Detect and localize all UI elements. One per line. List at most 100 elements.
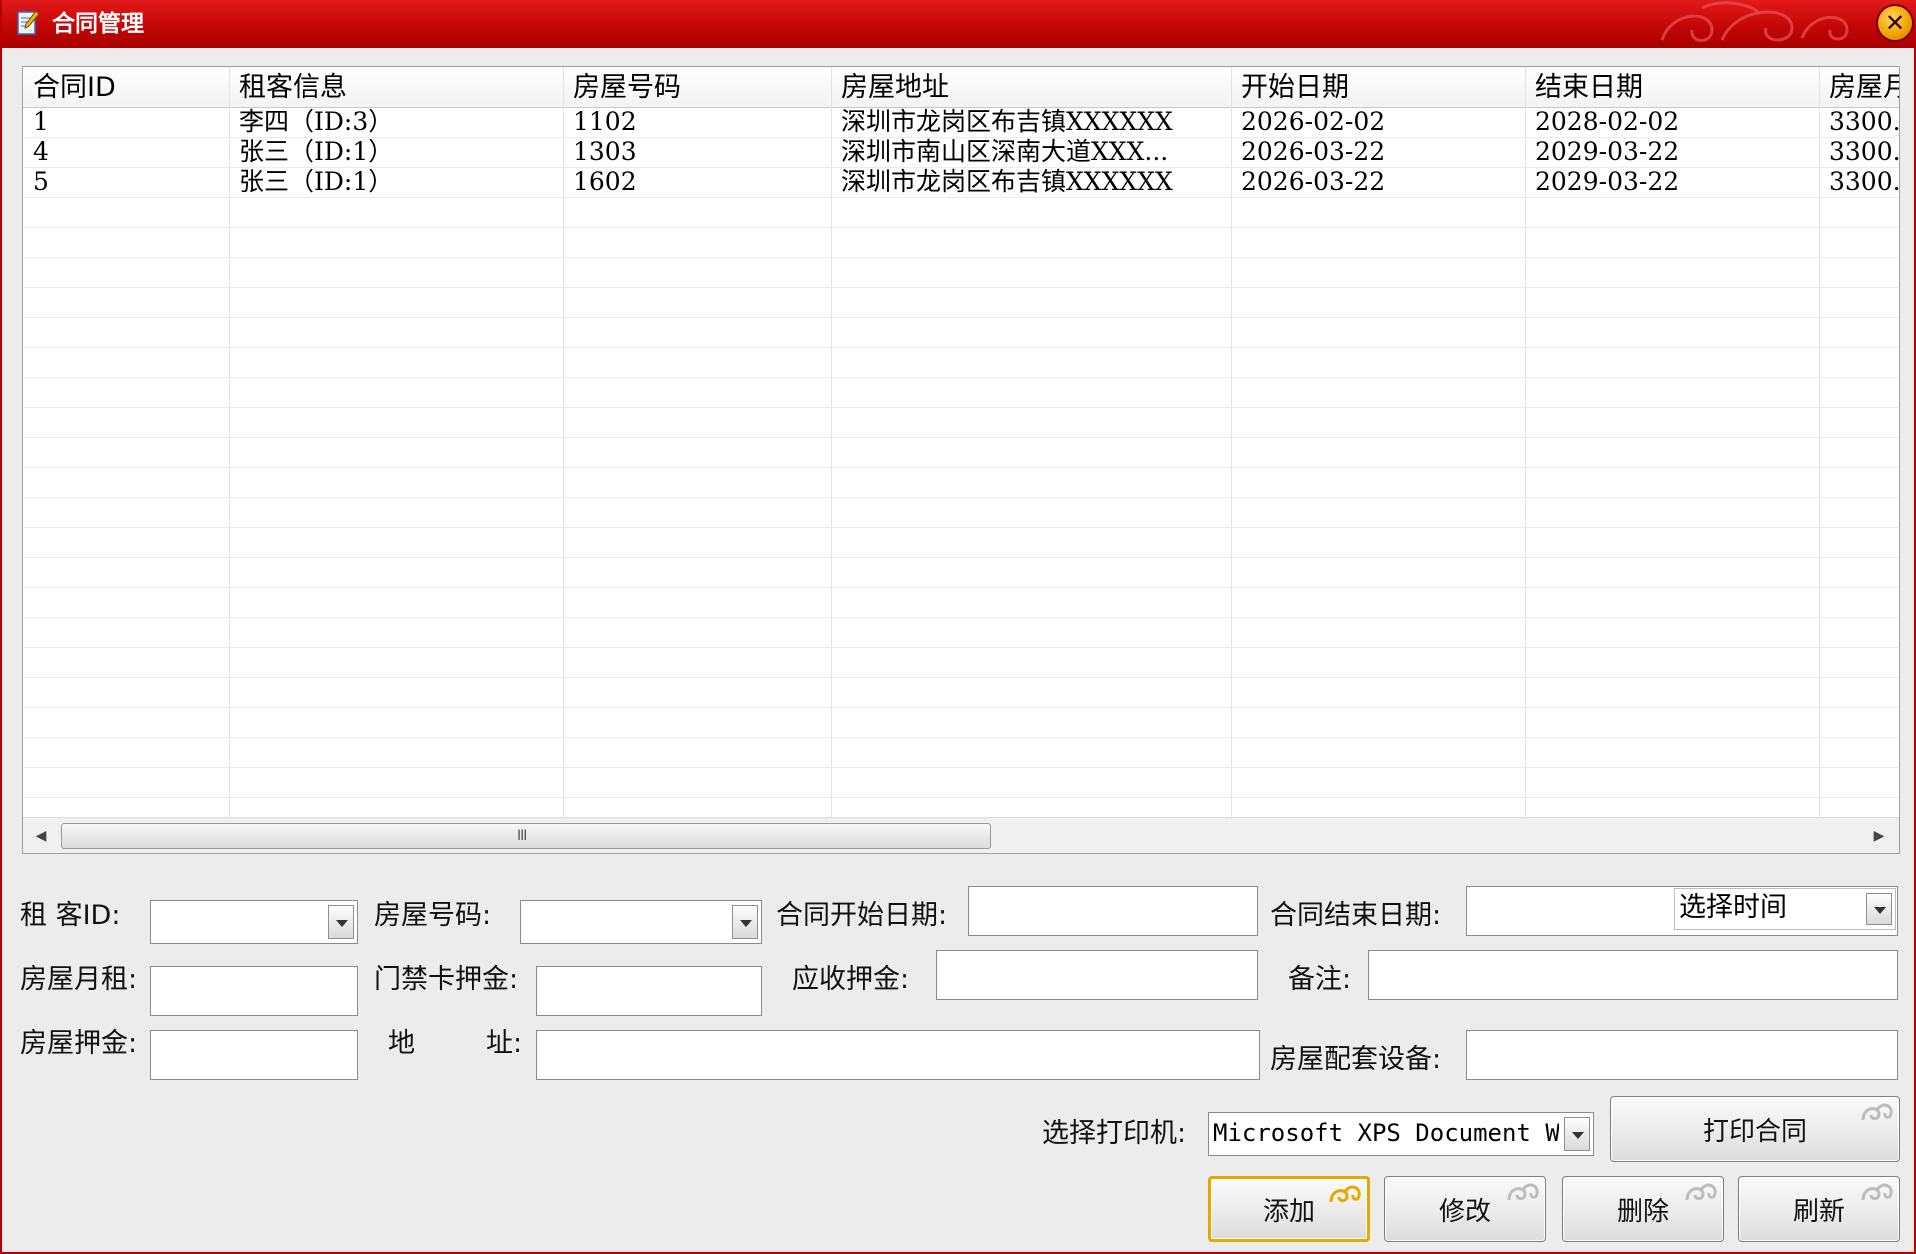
printer-label: 选择打印机: <box>1042 1118 1187 1149</box>
row-divider <box>23 437 1899 438</box>
chevron-down-icon[interactable] <box>1564 1117 1590 1151</box>
row-divider <box>23 407 1899 408</box>
title-bar[interactable]: 合同管理 ✕ <box>2 0 1916 48</box>
table-cell[interactable]: 李四（ID:3） <box>239 107 561 137</box>
delete-button[interactable]: 删除 <box>1562 1176 1724 1242</box>
printer-value: Microsoft XPS Document W <box>1213 1119 1559 1147</box>
column-divider[interactable] <box>229 67 230 817</box>
chevron-down-icon[interactable] <box>1866 893 1892 925</box>
row-divider <box>23 737 1899 738</box>
monthly-rent-label: 房屋月租: <box>20 964 138 995</box>
table-cell[interactable]: 深圳市南山区深南大道XXX... <box>841 137 1229 167</box>
row-divider <box>23 227 1899 228</box>
printer-select[interactable]: Microsoft XPS Document W <box>1208 1112 1594 1156</box>
house-deposit-field[interactable] <box>150 1030 358 1080</box>
table-cell[interactable]: 3300. <box>1829 137 1899 167</box>
column-divider[interactable] <box>1231 67 1232 817</box>
close-button[interactable]: ✕ <box>1878 6 1912 40</box>
table-cell[interactable]: 5 <box>33 167 227 197</box>
table-cell[interactable]: 1102 <box>573 107 829 137</box>
column-header[interactable]: 合同ID <box>33 72 227 104</box>
row-divider <box>23 347 1899 348</box>
row-divider <box>23 197 1899 198</box>
column-divider[interactable] <box>831 67 832 817</box>
edit-button[interactable]: 修改 <box>1384 1176 1546 1242</box>
row-divider <box>23 587 1899 588</box>
row-divider <box>23 677 1899 678</box>
column-divider[interactable] <box>1819 67 1820 817</box>
cloud-ornament-icon <box>1660 1 1849 42</box>
address-field[interactable] <box>536 1030 1260 1080</box>
column-divider[interactable] <box>1525 67 1526 817</box>
table-cell[interactable]: 深圳市龙岗区布吉镇XXXXXX <box>841 167 1229 197</box>
row-divider <box>23 467 1899 468</box>
close-icon: ✕ <box>1884 9 1906 37</box>
card-deposit-field[interactable] <box>536 966 762 1016</box>
swirl-ornament-icon <box>1861 1183 1893 1201</box>
column-header[interactable]: 结束日期 <box>1535 72 1817 104</box>
add-button[interactable]: 添加 <box>1208 1176 1370 1242</box>
monthly-rent-field[interactable] <box>150 966 358 1016</box>
table-cell[interactable]: 张三（ID:1） <box>239 137 561 167</box>
arrow-right-icon[interactable]: ▶ <box>1861 818 1897 853</box>
tenant-id-select[interactable] <box>150 900 358 944</box>
column-header[interactable]: 租客信息 <box>239 72 561 104</box>
house-deposit-label: 房屋押金: <box>20 1028 138 1059</box>
receivable-deposit-field[interactable] <box>936 950 1258 1000</box>
table-cell[interactable]: 1 <box>33 107 227 137</box>
swirl-ornament-icon <box>1329 1185 1361 1203</box>
table-cell[interactable]: 张三（ID:1） <box>239 167 561 197</box>
remark-field[interactable] <box>1368 950 1898 1000</box>
row-divider <box>23 647 1899 648</box>
column-header[interactable]: 房屋地址 <box>841 72 1229 104</box>
table-cell[interactable]: 深圳市龙岗区布吉镇XXXXXX <box>841 107 1229 137</box>
chevron-down-icon[interactable] <box>732 905 758 939</box>
address-label-part2: 址: <box>486 1028 523 1059</box>
refresh-button[interactable]: 刷新 <box>1738 1176 1900 1242</box>
row-divider <box>23 617 1899 618</box>
notepad-pencil-icon <box>17 10 40 35</box>
row-divider <box>23 377 1899 378</box>
table-cell[interactable]: 3300. <box>1829 167 1899 197</box>
card-deposit-label: 门禁卡押金: <box>374 964 519 995</box>
scrollbar-thumb[interactable]: III <box>61 823 991 849</box>
column-header[interactable]: 开始日期 <box>1241 72 1523 104</box>
start-date-field[interactable] <box>968 886 1258 936</box>
row-divider <box>23 257 1899 258</box>
print-contract-label: 打印合同 <box>1702 1116 1807 1147</box>
print-contract-button[interactable]: 打印合同 <box>1610 1096 1900 1162</box>
row-divider <box>23 707 1899 708</box>
row-divider <box>23 557 1899 558</box>
contract-table[interactable]: ◀ III ▶ 合同ID 租客信息房屋号码房屋地址开始日期结束日期房屋月 1 李四（I… <box>22 66 1900 854</box>
table-cell[interactable]: 2026-03-22 <box>1241 167 1523 197</box>
table-cell[interactable]: 3300. <box>1829 107 1899 137</box>
column-divider[interactable] <box>563 67 564 817</box>
house-no-label: 房屋号码: <box>374 900 492 931</box>
table-cell[interactable]: 4 <box>33 137 227 167</box>
arrow-left-icon[interactable]: ◀ <box>23 818 59 853</box>
tenant-id-label: 租 客ID: <box>20 900 121 931</box>
facilities-field[interactable] <box>1466 1030 1898 1080</box>
time-picker-select[interactable]: 选择时间 <box>1674 888 1896 930</box>
row-divider <box>23 317 1899 318</box>
column-header[interactable]: 房屋月 <box>1829 72 1899 104</box>
table-cell[interactable]: 2029-03-22 <box>1535 137 1817 167</box>
table-cell[interactable]: 2029-03-22 <box>1535 167 1817 197</box>
address-label-part1: 地 <box>388 1028 415 1059</box>
row-divider <box>23 287 1899 288</box>
house-no-select[interactable] <box>520 900 762 944</box>
row-divider <box>23 767 1899 768</box>
table-cell[interactable]: 1303 <box>573 137 829 167</box>
horizontal-scrollbar[interactable]: ◀ III ▶ <box>23 817 1899 853</box>
start-date-label: 合同开始日期: <box>776 900 948 931</box>
row-divider <box>23 797 1899 798</box>
chevron-down-icon[interactable] <box>328 905 354 939</box>
row-divider <box>23 527 1899 528</box>
swirl-ornament-icon <box>1685 1183 1717 1201</box>
table-cell[interactable]: 2026-03-22 <box>1241 137 1523 167</box>
column-header[interactable]: 房屋号码 <box>573 72 829 104</box>
table-cell[interactable]: 2028-02-02 <box>1535 107 1817 137</box>
table-cell[interactable]: 1602 <box>573 167 829 197</box>
table-cell[interactable]: 2026-02-02 <box>1241 107 1523 137</box>
end-date-label: 合同结束日期: <box>1270 900 1442 931</box>
